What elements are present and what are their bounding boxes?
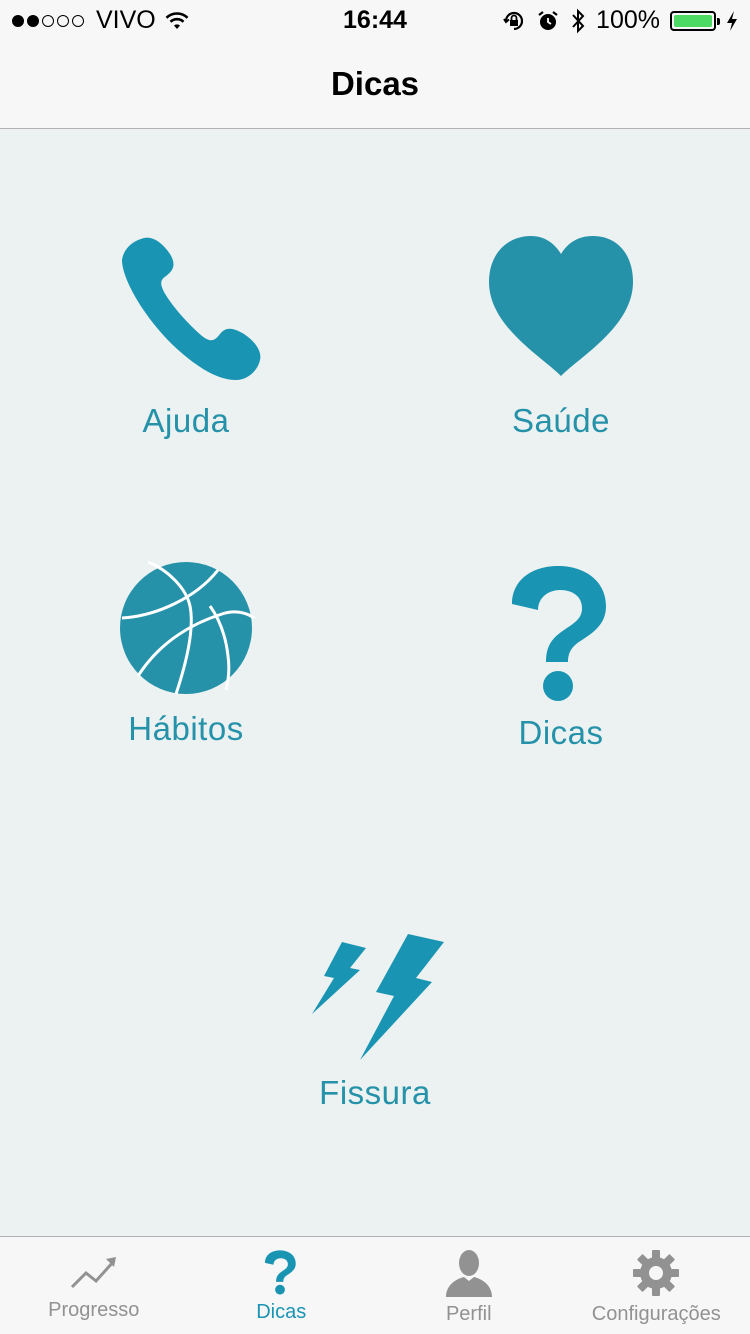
status-bar: VIVO 16:44 100% [0,0,750,40]
tile-saude[interactable]: Saúde [411,230,711,440]
page-title: Dicas [330,65,420,102]
charging-bolt-icon [727,10,737,31]
tab-label: Dicas [256,1301,307,1323]
tab-dicas[interactable]: Dicas [188,1237,376,1334]
battery-icon [670,10,720,31]
tab-progresso[interactable]: Progresso [0,1237,188,1334]
tab-configuracoes[interactable]: Configurações [563,1237,750,1334]
trend-chart-icon [70,1257,116,1289]
tab-bar: Progresso Dicas Perfil Configurações [0,1236,750,1334]
battery-percentage: 100% [596,6,660,34]
tile-fissura[interactable]: Fissura [225,932,525,1112]
phone-icon [122,237,261,380]
heart-icon [489,236,633,376]
alarm-icon [538,10,558,30]
tile-dicas[interactable]: Dicas [411,562,711,752]
tile-label: Ajuda [142,402,230,439]
tab-label: Perfil [445,1303,492,1325]
navigation-bar: Dicas [0,40,750,129]
tile-label: Dicas [518,714,604,751]
basketball-icon [120,560,255,695]
gear-icon [633,1250,680,1296]
tile-label: Saúde [512,402,610,439]
tab-label: Configurações [591,1303,721,1325]
tab-label: Progresso [48,1299,140,1321]
question-icon [512,566,606,701]
lightning-icon [312,934,444,1060]
question-icon [265,1250,296,1295]
bluetooth-icon [572,8,585,33]
tile-label: Fissura [319,1074,431,1111]
tile-ajuda[interactable]: Ajuda [36,230,336,440]
status-right: 100% [502,6,738,35]
rotation-lock-icon [503,11,524,30]
tab-perfil[interactable]: Perfil [375,1237,563,1334]
person-icon [445,1250,492,1297]
tile-habitos[interactable]: Hábitos [36,558,336,748]
tile-label: Hábitos [128,710,244,747]
